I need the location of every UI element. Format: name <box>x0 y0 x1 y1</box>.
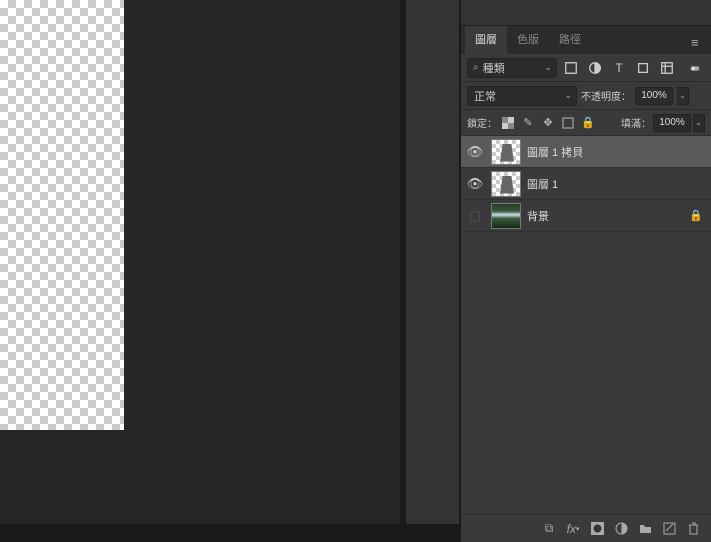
layer-thumbnail[interactable] <box>491 203 521 229</box>
panel-footer: ⧉ fx▾ <box>461 514 711 542</box>
lock-all-icon[interactable]: 🔒 <box>579 114 597 132</box>
tab-layers[interactable]: 圖層 <box>465 26 507 54</box>
layers-panel: 圖層 色版 路徑 ⌕ 種類 ⌄ T 正常 ⌄ 不透明度： 100% ⌄ 鎖定： … <box>461 0 711 542</box>
layer-thumbnail[interactable] <box>491 139 521 165</box>
filter-kind-select[interactable]: ⌕ 種類 ⌄ <box>467 58 557 78</box>
search-icon: ⌕ <box>473 62 479 73</box>
layer-name[interactable]: 背景 <box>527 208 683 224</box>
lock-artboard-icon[interactable] <box>559 114 577 132</box>
lock-label: 鎖定： <box>467 115 497 130</box>
filter-kind-label: 種類 <box>483 60 505 76</box>
filter-toggle-icon[interactable] <box>685 58 705 78</box>
fill-label: 填滿： <box>621 115 651 130</box>
delete-layer-icon[interactable] <box>683 519 703 539</box>
panel-menu-icon[interactable] <box>691 34 705 44</box>
link-layers-icon[interactable]: ⧉ <box>539 519 559 539</box>
layer-row[interactable]: ▢ 背景 🔒 <box>461 200 711 232</box>
fill-value[interactable]: 100% <box>653 114 691 132</box>
visibility-toggle[interactable]: 👁 <box>465 176 485 192</box>
layer-row[interactable]: 👁 圖層 1 <box>461 168 711 200</box>
layer-mask-icon[interactable] <box>587 519 607 539</box>
adjustment-layer-icon[interactable] <box>611 519 631 539</box>
layer-name[interactable]: 圖層 1 拷貝 <box>527 144 707 160</box>
panel-tabs: 圖層 色版 路徑 <box>461 26 711 54</box>
layer-name[interactable]: 圖層 1 <box>527 176 707 192</box>
chevron-down-icon: ⌄ <box>564 90 572 101</box>
layer-style-icon[interactable]: fx▾ <box>563 519 583 539</box>
lock-fill-row: 鎖定： ✎ ✥ 🔒 填滿： 100% ⌄ <box>461 110 711 136</box>
new-layer-icon[interactable] <box>659 519 679 539</box>
filter-pixel-icon[interactable] <box>561 58 581 78</box>
group-icon[interactable] <box>635 519 655 539</box>
opacity-label: 不透明度： <box>581 88 631 103</box>
filter-shape-icon[interactable] <box>633 58 653 78</box>
canvas-area[interactable] <box>0 0 400 524</box>
layers-list: 👁 圖層 1 拷貝 👁 圖層 1 ▢ 背景 🔒 <box>461 136 711 514</box>
opacity-dropdown[interactable]: ⌄ <box>677 87 689 105</box>
blend-mode-label: 正常 <box>474 88 496 104</box>
opacity-value[interactable]: 100% <box>635 87 673 105</box>
filter-adjustment-icon[interactable] <box>585 58 605 78</box>
lock-icon: 🔒 <box>689 209 703 222</box>
tab-channels[interactable]: 色版 <box>507 26 549 54</box>
filter-row: ⌕ 種類 ⌄ T <box>461 54 711 82</box>
chevron-down-icon: ⌄ <box>544 62 552 73</box>
canvas-transparency <box>0 0 124 430</box>
bottom-strip <box>0 524 460 542</box>
blend-opacity-row: 正常 ⌄ 不透明度： 100% ⌄ <box>461 82 711 110</box>
tab-paths[interactable]: 路徑 <box>549 26 591 54</box>
filter-smart-icon[interactable] <box>657 58 677 78</box>
collapsed-panel-strip[interactable] <box>406 0 460 524</box>
visibility-toggle[interactable]: ▢ <box>465 208 485 224</box>
layer-row[interactable]: 👁 圖層 1 拷貝 <box>461 136 711 168</box>
lock-image-icon[interactable]: ✎ <box>519 114 537 132</box>
visibility-toggle[interactable]: 👁 <box>465 144 485 160</box>
lock-position-icon[interactable]: ✥ <box>539 114 557 132</box>
blend-mode-select[interactable]: 正常 ⌄ <box>467 86 577 106</box>
layer-thumbnail[interactable] <box>491 171 521 197</box>
panel-header-spacer <box>461 0 711 26</box>
lock-transparency-icon[interactable] <box>499 114 517 132</box>
filter-type-icon[interactable]: T <box>609 58 629 78</box>
fill-dropdown[interactable]: ⌄ <box>693 114 705 132</box>
